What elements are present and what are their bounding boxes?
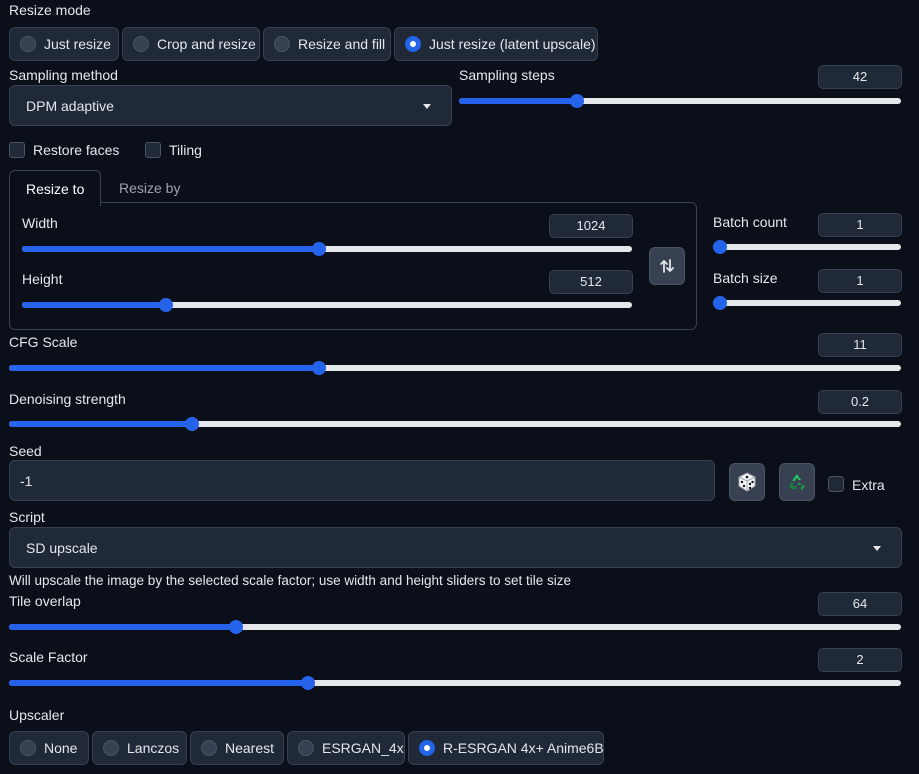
batch-size-label: Batch size xyxy=(713,270,778,286)
radio-selected-icon xyxy=(405,36,421,52)
seed-label: Seed xyxy=(9,443,42,459)
resize-mode-label: Resize mode xyxy=(9,2,91,18)
sampling-method-label: Sampling method xyxy=(9,67,118,83)
radio-label: R-ESRGAN 4x+ Anime6B xyxy=(443,740,604,756)
scale-factor-label: Scale Factor xyxy=(9,649,88,665)
slider-thumb[interactable] xyxy=(228,620,243,634)
script-description: Will upscale the image by the selected s… xyxy=(9,573,572,588)
radio-circle-icon xyxy=(133,36,149,52)
chevron-down-icon xyxy=(423,103,431,109)
extra-seed-label: Extra xyxy=(852,477,885,493)
swap-arrows-icon xyxy=(660,259,674,273)
slider-thumb[interactable] xyxy=(713,296,727,310)
slider-fill xyxy=(9,680,307,686)
radio-upscaler-none[interactable]: None xyxy=(9,731,89,765)
radio-circle-icon xyxy=(201,740,217,756)
slider-track xyxy=(713,244,901,250)
tile-overlap-label: Tile overlap xyxy=(9,593,81,609)
height-input[interactable]: 512 xyxy=(549,270,633,294)
slider-thumb[interactable] xyxy=(570,94,585,108)
batch-count-slider[interactable] xyxy=(713,239,901,255)
slider-fill xyxy=(22,302,163,308)
reuse-seed-button[interactable] xyxy=(779,463,815,501)
restore-faces-label: Restore faces xyxy=(33,142,120,158)
sampling-steps-label: Sampling steps xyxy=(459,67,555,83)
height-label: Height xyxy=(22,271,63,287)
radio-label: None xyxy=(44,740,78,756)
radio-label: Lanczos xyxy=(127,740,180,756)
tiling-checkbox[interactable] xyxy=(145,142,161,158)
radio-circle-icon xyxy=(298,740,314,756)
slider-thumb[interactable] xyxy=(311,242,326,256)
radio-label: ESRGAN_4x xyxy=(322,740,404,756)
radio-label: Just resize (latent upscale) xyxy=(429,36,596,52)
script-value: SD upscale xyxy=(26,539,98,556)
recycle-icon xyxy=(789,474,805,491)
tile-overlap-slider[interactable] xyxy=(9,619,901,635)
radio-upscaler-esrgan-4x[interactable]: ESRGAN_4x xyxy=(287,731,405,765)
seed-input[interactable]: -1 xyxy=(9,460,715,501)
radio-just-resize-latent-upscale[interactable]: Just resize (latent upscale) xyxy=(394,27,598,61)
radio-label: Resize and fill xyxy=(298,36,386,52)
script-label: Script xyxy=(9,509,45,525)
sampling-method-value: DPM adaptive xyxy=(26,97,114,114)
radio-label: Crop and resize xyxy=(157,36,256,52)
extra-seed-checkbox[interactable] xyxy=(828,476,844,492)
width-slider[interactable] xyxy=(22,241,632,257)
radio-circle-icon xyxy=(20,740,36,756)
tab-resize-to[interactable]: Resize to xyxy=(9,170,102,206)
scale-factor-slider[interactable] xyxy=(9,675,901,691)
slider-fill xyxy=(9,624,232,630)
radio-upscaler-r-esrgan-anime6b[interactable]: R-ESRGAN 4x+ Anime6B xyxy=(408,731,604,765)
restore-faces-checkbox[interactable] xyxy=(9,142,25,158)
batch-size-input[interactable]: 1 xyxy=(818,269,902,293)
denoising-strength-slider[interactable] xyxy=(9,416,901,432)
slider-thumb[interactable] xyxy=(159,298,174,312)
chevron-down-icon xyxy=(873,545,881,551)
cfg-scale-label: CFG Scale xyxy=(9,334,78,350)
batch-size-slider[interactable] xyxy=(713,295,901,311)
slider-fill xyxy=(9,365,317,371)
width-input[interactable]: 1024 xyxy=(549,214,633,238)
tile-overlap-input[interactable]: 64 xyxy=(818,592,902,616)
radio-upscaler-nearest[interactable]: Nearest xyxy=(190,731,284,765)
cfg-scale-input[interactable]: 11 xyxy=(818,333,902,357)
radio-label: Nearest xyxy=(225,740,275,756)
slider-thumb[interactable] xyxy=(184,417,199,431)
batch-count-label: Batch count xyxy=(713,214,787,230)
slider-fill xyxy=(459,98,574,104)
height-slider[interactable] xyxy=(22,297,632,313)
denoising-strength-input[interactable]: 0.2 xyxy=(818,390,902,414)
slider-thumb[interactable] xyxy=(713,240,727,254)
dice-icon xyxy=(738,472,756,492)
radio-circle-icon xyxy=(274,36,290,52)
upscaler-label: Upscaler xyxy=(9,707,65,723)
slider-fill xyxy=(9,421,188,427)
sampling-method-dropdown[interactable]: DPM adaptive xyxy=(9,85,452,126)
radio-label: Just resize xyxy=(44,36,111,52)
scale-factor-input[interactable]: 2 xyxy=(818,648,902,672)
cfg-scale-slider[interactable] xyxy=(9,360,901,376)
sampling-steps-slider[interactable] xyxy=(459,93,901,109)
radio-circle-icon xyxy=(103,740,119,756)
tiling-label: Tiling xyxy=(169,142,202,158)
radio-just-resize[interactable]: Just resize xyxy=(9,27,119,61)
slider-thumb[interactable] xyxy=(301,676,316,690)
denoising-strength-label: Denoising strength xyxy=(9,391,126,407)
radio-circle-icon xyxy=(20,36,36,52)
radio-crop-and-resize[interactable]: Crop and resize xyxy=(122,27,260,61)
slider-thumb[interactable] xyxy=(311,361,326,375)
swap-dimensions-button[interactable] xyxy=(649,247,685,285)
tab-resize-by[interactable]: Resize by xyxy=(119,180,180,196)
width-label: Width xyxy=(22,215,58,231)
script-dropdown[interactable]: SD upscale xyxy=(9,527,902,568)
radio-resize-and-fill[interactable]: Resize and fill xyxy=(263,27,391,61)
slider-track xyxy=(713,300,901,306)
radio-upscaler-lanczos[interactable]: Lanczos xyxy=(92,731,187,765)
radio-selected-icon xyxy=(419,740,435,756)
slider-fill xyxy=(22,246,319,252)
random-seed-button[interactable] xyxy=(729,463,765,501)
sampling-steps-input[interactable]: 42 xyxy=(818,65,902,89)
batch-count-input[interactable]: 1 xyxy=(818,213,902,237)
